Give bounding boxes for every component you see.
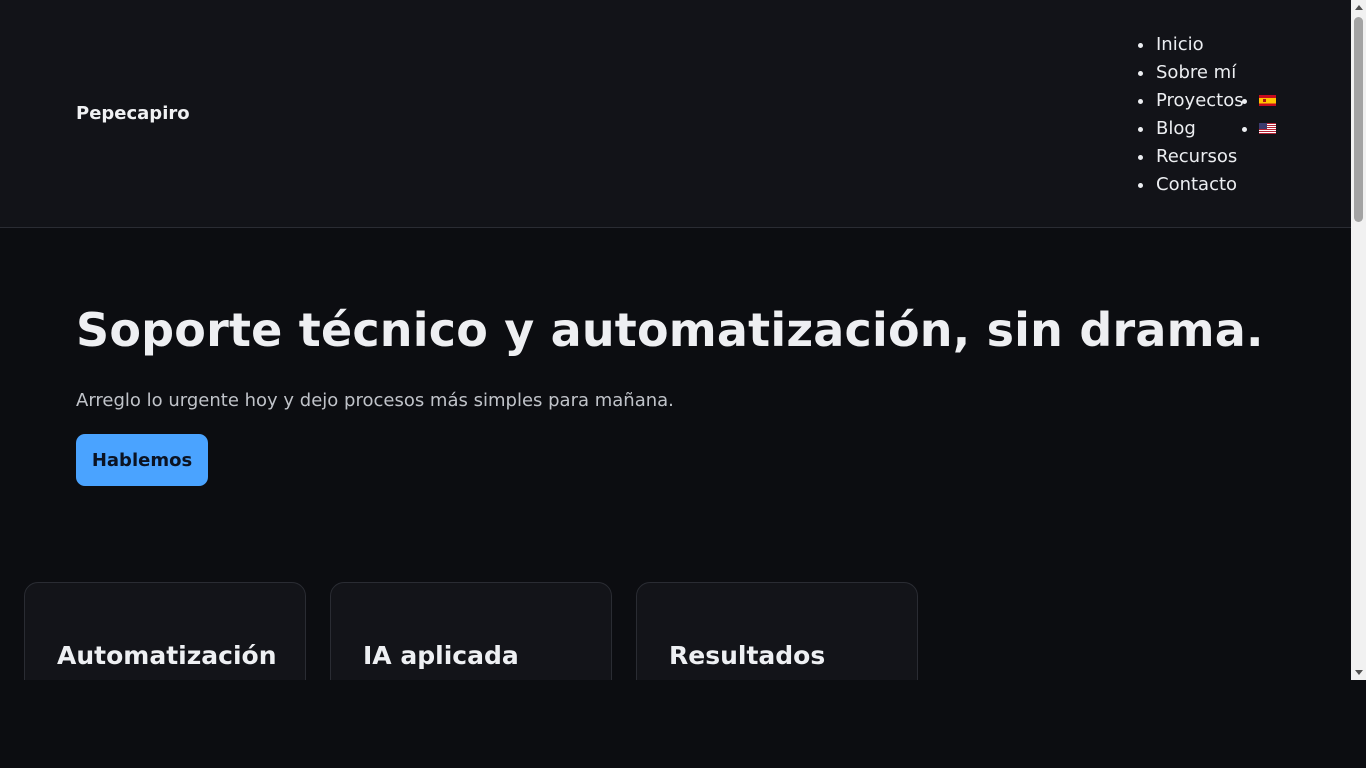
- vertical-scrollbar[interactable]: [1351, 0, 1366, 680]
- card-title: IA aplicada: [363, 641, 519, 670]
- card-title: Resultados: [669, 641, 826, 670]
- scroll-down-arrow-icon[interactable]: [1355, 670, 1363, 675]
- hablemos-button[interactable]: Hablemos: [76, 434, 208, 486]
- nav-item-contacto[interactable]: Contacto: [1138, 171, 1244, 198]
- hero-subtitle: Arreglo lo urgente hoy y dejo procesos m…: [76, 390, 674, 411]
- nav-item-recursos[interactable]: Recursos: [1138, 143, 1244, 171]
- language-switcher: [1242, 87, 1282, 143]
- nav-item-inicio[interactable]: Inicio: [1138, 31, 1244, 59]
- nav-item-sobre-mi[interactable]: Sobre mí: [1138, 59, 1244, 87]
- nav-item-proyectos[interactable]: Proyectos: [1138, 87, 1244, 115]
- spain-flag-icon[interactable]: [1259, 95, 1276, 106]
- language-es[interactable]: [1242, 87, 1282, 115]
- language-en[interactable]: [1242, 115, 1282, 143]
- card-ia-aplicada: IA aplicada: [330, 582, 612, 680]
- site-logo[interactable]: Pepecapiro: [76, 103, 190, 124]
- usa-flag-icon[interactable]: [1259, 123, 1276, 134]
- hero-title: Soporte técnico y automatización, sin dr…: [76, 303, 1264, 357]
- scrollbar-thumb[interactable]: [1354, 17, 1363, 222]
- nav-item-blog[interactable]: Blog: [1138, 115, 1244, 143]
- card-title: Automatización: [57, 641, 277, 670]
- scroll-up-arrow-icon[interactable]: [1355, 5, 1363, 10]
- page-viewport: Pepecapiro Inicio Sobre mí Proyectos Blo…: [0, 0, 1366, 680]
- card-resultados: Resultados: [636, 582, 918, 680]
- site-header: Pepecapiro Inicio Sobre mí Proyectos Blo…: [0, 0, 1351, 228]
- main-nav: Inicio Sobre mí Proyectos Blog Recursos …: [1138, 31, 1244, 198]
- card-automatizacion: Automatización: [24, 582, 306, 680]
